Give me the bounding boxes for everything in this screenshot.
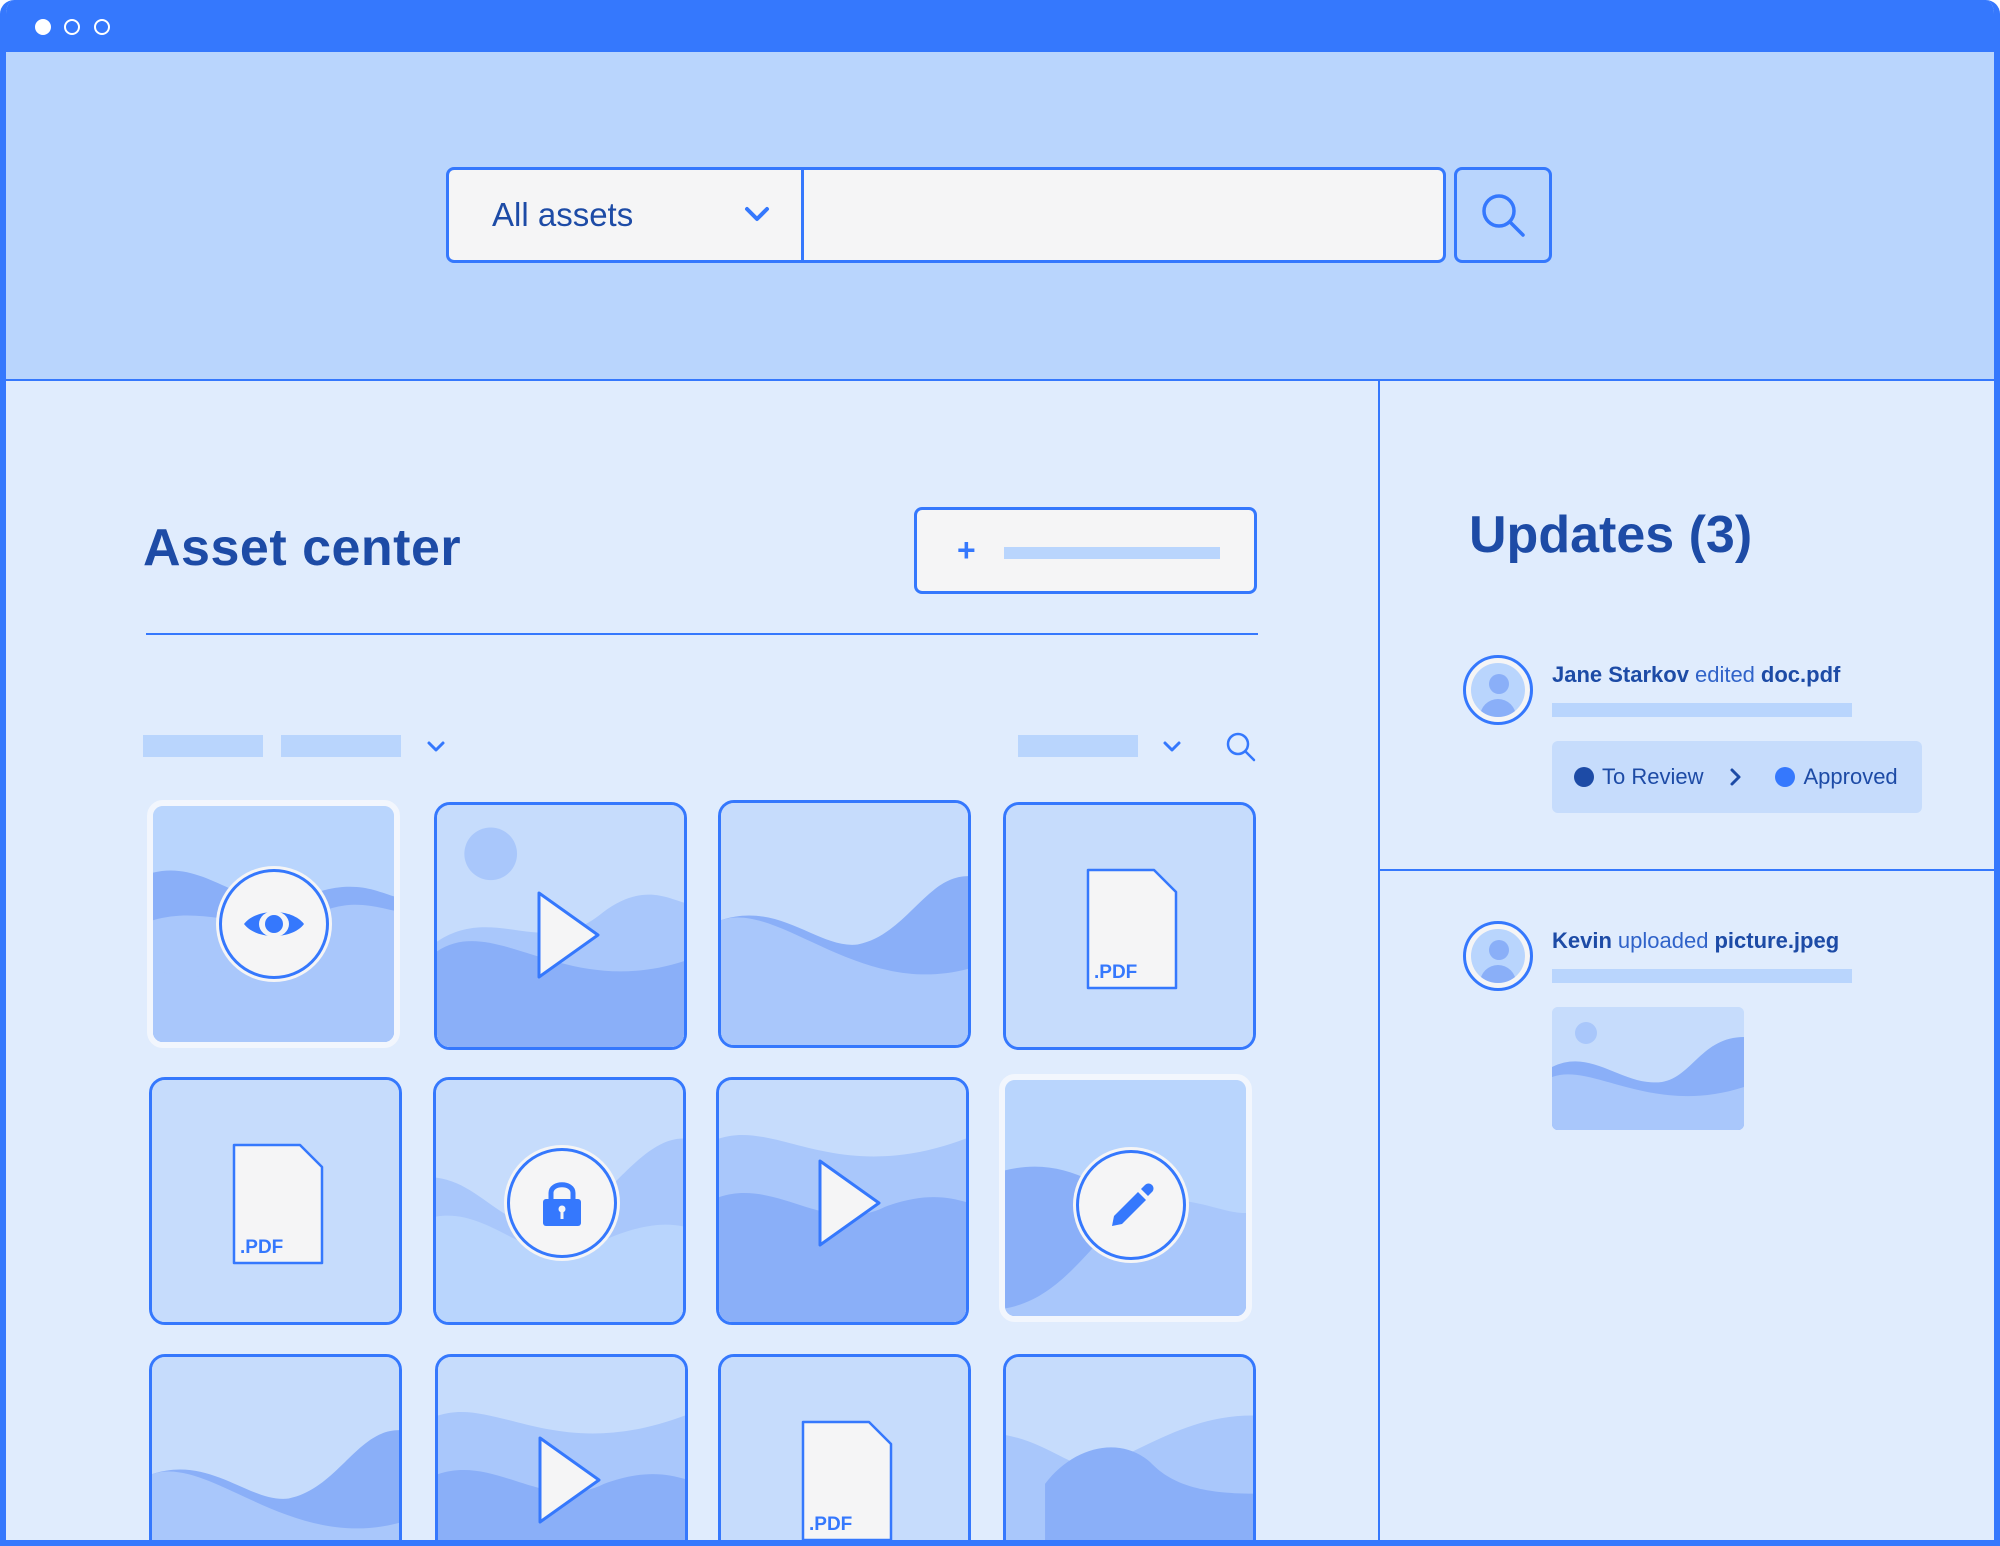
- filter-chip[interactable]: [143, 735, 263, 757]
- add-button-label-placeholder: [1004, 547, 1220, 559]
- page-title: Asset center: [143, 519, 462, 577]
- update-target[interactable]: doc.pdf: [1761, 662, 1840, 687]
- update-detail-placeholder: [1552, 969, 1852, 983]
- lock-icon: [507, 1148, 617, 1258]
- update-target[interactable]: picture.jpeg: [1714, 928, 1839, 953]
- avatar[interactable]: [1463, 655, 1533, 725]
- filter-chip[interactable]: [281, 735, 401, 757]
- status-change-badge: To Review Approved: [1552, 741, 1922, 813]
- asset-tile[interactable]: [434, 802, 687, 1050]
- pdf-label: .PDF: [809, 1514, 853, 1535]
- chevron-down-icon[interactable]: [1160, 735, 1184, 759]
- add-asset-button[interactable]: +: [914, 507, 1257, 594]
- close-window-button[interactable]: [35, 19, 51, 35]
- asset-tile[interactable]: [718, 800, 971, 1048]
- asset-tile[interactable]: [999, 1074, 1252, 1322]
- asset-tile[interactable]: .PDF: [718, 1354, 971, 1540]
- image-thumbnail: [721, 803, 968, 1045]
- asset-tile[interactable]: [435, 1354, 688, 1540]
- status-dot: [1775, 767, 1796, 787]
- app-window: All assets Asset center + .PDF .PDF .PDF…: [0, 0, 2000, 1546]
- asset-tile[interactable]: .PDF: [149, 1077, 402, 1325]
- image-thumbnail: [1006, 1357, 1253, 1540]
- update-divider: [1380, 869, 1994, 871]
- update-detail-placeholder: [1552, 703, 1852, 717]
- asset-tile[interactable]: [149, 1354, 402, 1540]
- status-from: To Review: [1602, 764, 1704, 789]
- status-to: Approved: [1803, 764, 1898, 789]
- search-icon: [1482, 194, 1525, 237]
- update-verb: edited: [1694, 662, 1755, 687]
- asset-scope-label: All assets: [492, 196, 634, 233]
- sort-dropdown[interactable]: [1018, 735, 1138, 757]
- update-verb: uploaded: [1617, 928, 1709, 953]
- asset-scope-dropdown[interactable]: All assets: [449, 170, 804, 260]
- status-dot: [1574, 767, 1594, 787]
- chevron-down-icon: [745, 207, 769, 221]
- chevron-right-icon: [1730, 768, 1741, 786]
- search-button[interactable]: [1454, 167, 1552, 263]
- chevron-down-icon[interactable]: [424, 735, 448, 759]
- play-icon: [818, 1159, 881, 1247]
- play-icon: [537, 891, 600, 979]
- panel-divider: [1378, 381, 1380, 1540]
- plus-icon: +: [957, 532, 976, 568]
- update-user[interactable]: Jane Starkov: [1552, 662, 1689, 687]
- asset-tile[interactable]: [716, 1077, 969, 1325]
- minimize-window-button[interactable]: [64, 19, 80, 35]
- update-text: Kevin uploaded picture.jpeg: [1552, 928, 1839, 954]
- image-thumbnail: [152, 1357, 399, 1540]
- play-icon: [538, 1436, 601, 1524]
- update-user[interactable]: Kevin: [1552, 928, 1612, 953]
- asset-tile[interactable]: [433, 1077, 686, 1325]
- asset-tile[interactable]: [1003, 1354, 1256, 1540]
- update-text: Jane Starkov edited doc.pdf: [1552, 662, 1840, 688]
- search-bar: All assets: [446, 167, 1446, 263]
- updates-title: Updates (3): [1469, 506, 1753, 564]
- pencil-icon: [1076, 1150, 1186, 1260]
- maximize-window-button[interactable]: [94, 19, 110, 35]
- pdf-label: .PDF: [1094, 962, 1138, 983]
- eye-icon: [219, 869, 329, 979]
- search-input[interactable]: [804, 170, 1443, 260]
- title-bar: [6, 0, 1994, 52]
- pdf-label: .PDF: [240, 1237, 284, 1258]
- asset-tile[interactable]: [147, 800, 400, 1048]
- uploaded-image-thumbnail[interactable]: [1552, 1007, 1744, 1130]
- title-divider: [146, 633, 1258, 635]
- asset-tile[interactable]: .PDF: [1003, 802, 1256, 1050]
- avatar[interactable]: [1463, 921, 1533, 991]
- search-header: All assets: [6, 52, 1994, 381]
- search-icon[interactable]: [1224, 730, 1258, 764]
